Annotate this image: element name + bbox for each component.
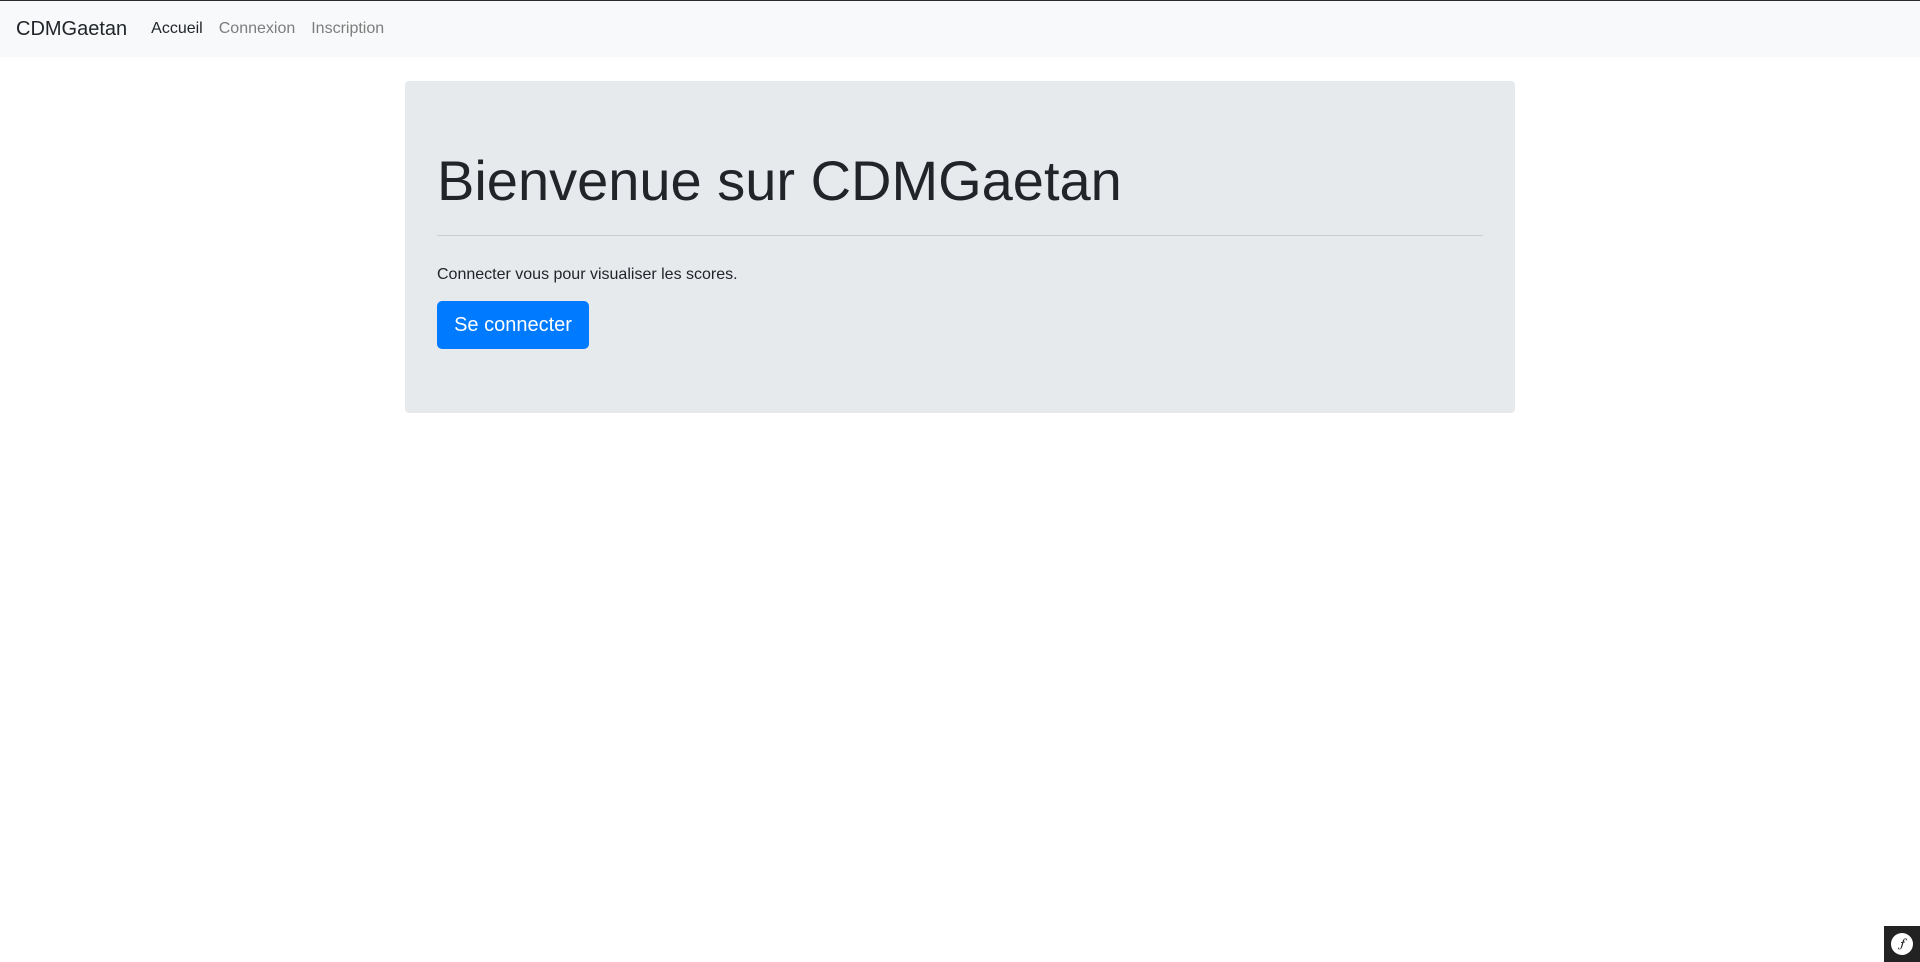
page-title: Bienvenue sur CDMGaetan xyxy=(437,149,1122,212)
divider xyxy=(437,235,1483,236)
welcome-jumbotron: Bienvenue sur CDMGaetan Connecter vous p… xyxy=(405,81,1515,413)
login-button[interactable]: Se connecter xyxy=(437,301,589,349)
navbar-brand[interactable]: CDMGaetan xyxy=(16,19,127,39)
nav-link-inscription[interactable]: Inscription xyxy=(311,21,384,37)
symfony-logo-icon xyxy=(1891,933,1913,955)
navbar: CDMGaetan Accueil Connexion Inscription xyxy=(0,1,1920,57)
nav-links: Accueil Connexion Inscription xyxy=(151,21,400,37)
symfony-debug-toolbar-toggle[interactable] xyxy=(1884,926,1920,962)
nav-link-accueil[interactable]: Accueil xyxy=(151,21,203,37)
login-prompt-text: Connecter vous pour visualiser les score… xyxy=(437,266,738,283)
nav-link-connexion[interactable]: Connexion xyxy=(219,21,296,37)
